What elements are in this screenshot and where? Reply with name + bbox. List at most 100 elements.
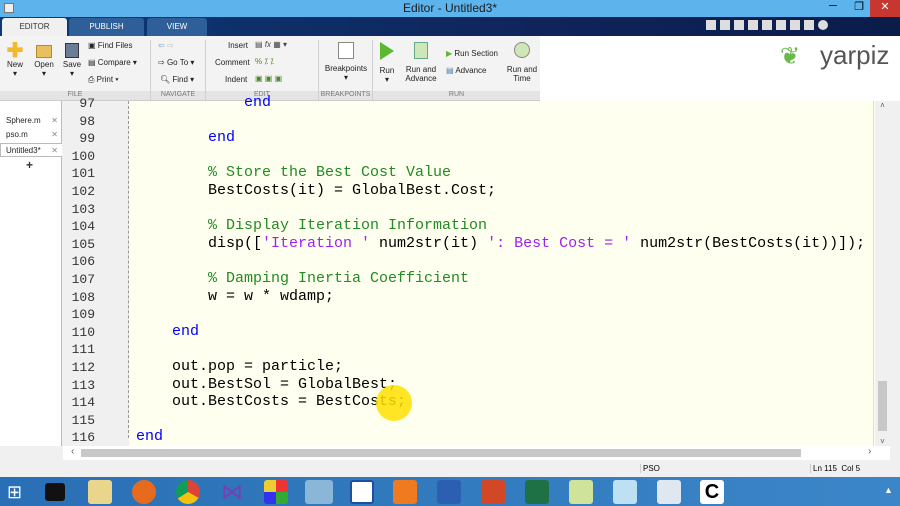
breakpoints-button[interactable]: Breakpoints ▾	[323, 42, 369, 82]
line-number: 101	[71, 166, 95, 182]
find-files-button[interactable]: ▣ Find Files	[88, 41, 132, 50]
matlab-icon[interactable]	[305, 480, 333, 504]
calculator-icon[interactable]	[657, 480, 681, 504]
code-line[interactable]: w = w * wdamp;	[208, 288, 334, 305]
qa-icon[interactable]	[720, 20, 730, 30]
run-and-advance-button[interactable]: Run and Advance	[403, 42, 439, 83]
goto-button[interactable]: ⇨ Go To ▾	[158, 58, 194, 67]
save-button[interactable]: Save ▾	[60, 42, 84, 78]
save-icon	[65, 43, 79, 58]
minimize-button[interactable]: ─	[820, 0, 846, 17]
insert-icons[interactable]: ▤ fx ▦ ▾	[255, 40, 287, 49]
vertical-scrollbar[interactable]: ˄ ˅	[875, 101, 890, 446]
xampp-icon[interactable]	[393, 480, 417, 504]
scroll-down-icon[interactable]: ˅	[875, 437, 890, 446]
run-time-icon	[514, 42, 530, 58]
notepad-plus-icon[interactable]	[569, 480, 593, 504]
print-button[interactable]: ⎙ Print ▾	[88, 75, 119, 85]
code-line[interactable]: % Store the Best Cost Value	[208, 164, 451, 181]
qa-icon[interactable]	[734, 20, 744, 30]
code-line[interactable]: out.BestSol = GlobalBest;	[172, 376, 397, 393]
qa-icon[interactable]	[804, 20, 814, 30]
scroll-thumb[interactable]	[81, 449, 801, 457]
close-icon[interactable]: ✕	[51, 128, 58, 142]
file-tab[interactable]: pso.m ✕	[0, 128, 62, 142]
back-button[interactable]: ⇦ ⇨	[158, 41, 174, 50]
virtualbox-icon[interactable]	[350, 480, 374, 504]
tab-publish[interactable]: PUBLISH	[69, 18, 144, 36]
open-button[interactable]: Open ▾	[32, 42, 56, 78]
close-button[interactable]: ✕	[870, 0, 900, 17]
comment: % Display Iteration Information	[208, 217, 488, 235]
code-line[interactable]: end	[136, 428, 163, 445]
indent-button[interactable]: Indent	[225, 75, 247, 84]
code-line[interactable]: disp(['Iteration ' num2str(it) ': Best C…	[208, 235, 865, 252]
file-explorer-icon[interactable]	[88, 480, 112, 504]
scroll-left-icon[interactable]: ‹	[71, 446, 74, 457]
visual-studio-icon[interactable]: ⋈	[220, 480, 244, 504]
firefox-icon[interactable]	[132, 480, 156, 504]
code-text: out.BestCosts = BestCosts;	[172, 393, 407, 411]
keyword: end	[208, 129, 236, 147]
advance-button[interactable]: ▤ Advance	[446, 66, 486, 75]
code-line[interactable]: BestCosts(it) = GlobalBest.Cost;	[208, 182, 496, 199]
close-icon[interactable]: ✕	[51, 114, 58, 128]
cmd-icon[interactable]	[45, 483, 65, 501]
title-bar: Editor - Untitled3* ─ ❐ ✕	[0, 0, 900, 17]
qa-icon[interactable]	[748, 20, 758, 30]
maximize-button[interactable]: ❐	[846, 0, 872, 17]
insert-button[interactable]: Insert	[228, 41, 248, 50]
code-line[interactable]: % Display Iteration Information	[208, 217, 487, 234]
tab-view[interactable]: VIEW	[147, 18, 207, 36]
windows-start-icon[interactable]: ⊞	[7, 480, 31, 504]
run-button[interactable]: Run ▾	[376, 42, 398, 84]
folder-icon	[36, 45, 52, 58]
excel-icon[interactable]	[525, 480, 549, 504]
indent-icons[interactable]: ▣ ▣ ▣	[255, 74, 282, 83]
tab-editor[interactable]: EDITOR	[2, 18, 67, 36]
run-and-time-button[interactable]: Run and Time	[505, 42, 539, 83]
code-text: out.BestSol = GlobalBest;	[172, 375, 398, 393]
qa-icon[interactable]	[762, 20, 772, 30]
line-number: 99	[79, 131, 95, 147]
chrome-icon[interactable]	[176, 480, 200, 504]
file-tab-active[interactable]: Untitled3* ✕	[0, 143, 62, 157]
qa-icon[interactable]	[790, 20, 800, 30]
codeblocks-icon[interactable]: C	[700, 480, 724, 504]
close-icon[interactable]: ✕	[51, 144, 58, 158]
powerpoint-icon[interactable]	[481, 480, 505, 504]
scroll-right-icon[interactable]: ›	[868, 446, 871, 457]
group-breakpoints: BREAKPOINTS	[319, 91, 372, 100]
horizontal-scrollbar[interactable]: ‹ ›	[63, 446, 890, 460]
code-line[interactable]: % Damping Inertia Coefficient	[208, 270, 469, 287]
qa-icon[interactable]	[776, 20, 786, 30]
qa-icon[interactable]	[706, 20, 716, 30]
window-title: Editor - Untitled3*	[402, 1, 498, 15]
add-file-tab-button[interactable]: +	[26, 158, 33, 172]
code-text: num2str(BestCosts(it))]);	[631, 234, 866, 252]
code-line[interactable]: end	[244, 94, 271, 111]
code-line[interactable]: end	[172, 323, 199, 340]
line-number: 108	[71, 289, 95, 305]
scroll-up-icon[interactable]: ˄	[875, 101, 890, 110]
line-number: 107	[71, 272, 95, 287]
file-tab[interactable]: Sphere.m ✕	[0, 114, 62, 128]
line-number: 106	[71, 254, 95, 270]
comment-icons[interactable]: % ⁒ ⁒	[255, 57, 274, 66]
comment-button[interactable]: Comment	[215, 58, 250, 67]
compare-button[interactable]: ▤ Compare ▾	[88, 58, 137, 67]
help-icon[interactable]	[818, 20, 828, 30]
new-button[interactable]: ✚ New ▾	[4, 41, 26, 78]
code-line[interactable]: out.pop = particle;	[172, 358, 343, 375]
run-section-button[interactable]: ▶ Run Section	[446, 49, 498, 58]
scroll-thumb[interactable]	[878, 381, 887, 431]
status-context: PSO	[640, 464, 810, 473]
find-button[interactable]: 🔍︎ Find ▾	[160, 75, 194, 84]
tray-expand-icon[interactable]: ▲	[884, 485, 893, 495]
app-icon[interactable]	[264, 480, 288, 504]
notepad-icon[interactable]	[613, 480, 637, 504]
word-icon[interactable]	[437, 480, 461, 504]
code-line[interactable]: out.BestCosts = BestCosts;	[172, 393, 406, 410]
breakpoints-icon	[338, 42, 354, 59]
code-line[interactable]: end	[208, 129, 235, 146]
